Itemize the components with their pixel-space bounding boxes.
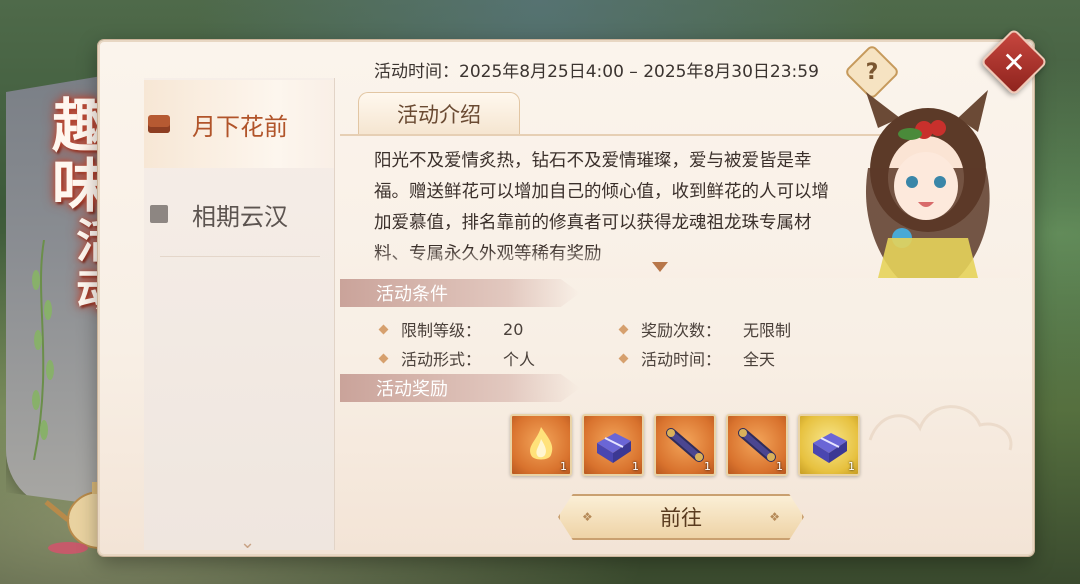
reward-list: 1 1 1 1 1 bbox=[510, 414, 860, 476]
reward-item[interactable]: 1 bbox=[798, 414, 860, 476]
bullet-icon bbox=[378, 324, 389, 334]
condition-label: 活动时间： bbox=[641, 350, 722, 369]
go-button[interactable]: ❖ 前往 ❖ bbox=[558, 494, 804, 540]
rewards-header: 活动奖励 bbox=[340, 374, 580, 402]
expand-arrow-icon[interactable] bbox=[652, 262, 668, 272]
sidebar-divider bbox=[160, 256, 320, 257]
gift-box-icon bbox=[813, 433, 847, 463]
character-portrait bbox=[865, 90, 990, 278]
go-button-label: 前往 bbox=[660, 506, 702, 530]
bullet-icon bbox=[618, 353, 629, 363]
reward-item[interactable]: 1 bbox=[726, 414, 788, 476]
condition-time: 活动时间： 全天 bbox=[618, 346, 776, 370]
sidebar-item-label: 月下花前 bbox=[192, 112, 288, 141]
condition-value: 20 bbox=[503, 319, 524, 339]
close-icon: ✕ bbox=[1002, 45, 1026, 79]
help-icon: ? bbox=[865, 59, 879, 85]
willow-branch-decoration bbox=[32, 240, 54, 460]
condition-label: 限制等级： bbox=[401, 321, 482, 340]
scroll-icon bbox=[738, 428, 776, 462]
conditions-header: 活动条件 bbox=[340, 279, 580, 307]
bullet-icon bbox=[378, 353, 389, 363]
reward-count: 1 bbox=[560, 460, 567, 473]
condition-value: 无限制 bbox=[743, 321, 792, 340]
reward-item[interactable]: 1 bbox=[510, 414, 572, 476]
gift-box-icon bbox=[597, 433, 631, 463]
reward-count: 1 bbox=[632, 460, 639, 473]
condition-reward-count: 奖励次数： 无限制 bbox=[618, 317, 792, 341]
condition-label: 奖励次数： bbox=[641, 321, 722, 340]
tab-activity-intro[interactable]: 活动介绍 bbox=[358, 92, 520, 135]
sidebar-item-moon-flower[interactable]: 月下花前 bbox=[144, 80, 334, 168]
flame-icon bbox=[530, 427, 553, 460]
sidebar-item-cloud-date[interactable]: 相期云汉 bbox=[144, 170, 334, 258]
condition-label: 活动形式： bbox=[401, 350, 482, 369]
chest-icon bbox=[148, 115, 170, 133]
condition-form: 活动形式： 个人 bbox=[378, 346, 536, 370]
cloud-decoration bbox=[868, 405, 1013, 451]
calendar-icon bbox=[150, 205, 168, 223]
reward-count: 1 bbox=[848, 460, 855, 473]
reward-count: 1 bbox=[704, 460, 711, 473]
chevron-down-icon[interactable]: ⌄ bbox=[240, 532, 255, 553]
activity-time: 活动时间：2025年8月25日4:00 – 2025年8月30日23:59 bbox=[374, 61, 819, 82]
ornament-icon: ❖ bbox=[582, 510, 593, 524]
reward-count: 1 bbox=[776, 460, 783, 473]
condition-level: 限制等级： 20 bbox=[378, 317, 524, 341]
condition-value: 个人 bbox=[503, 350, 536, 369]
sidebar-item-label: 相期云汉 bbox=[192, 202, 288, 231]
reward-item[interactable]: 1 bbox=[582, 414, 644, 476]
condition-value: 全天 bbox=[743, 350, 776, 369]
ornament-icon: ❖ bbox=[769, 510, 780, 524]
bullet-icon bbox=[618, 324, 629, 334]
scroll-icon bbox=[666, 428, 704, 462]
reward-item[interactable]: 1 bbox=[654, 414, 716, 476]
